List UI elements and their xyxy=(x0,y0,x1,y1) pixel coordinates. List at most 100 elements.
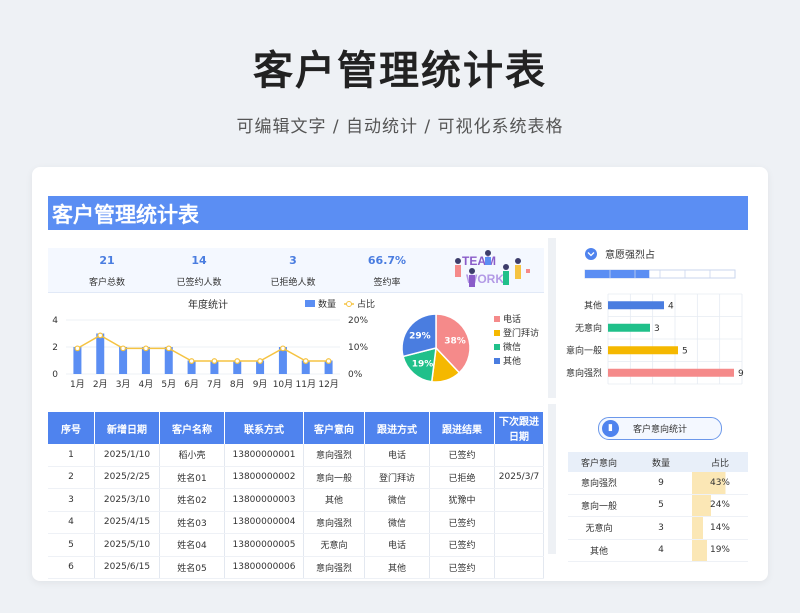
cell-next-date xyxy=(494,511,544,534)
table-row[interactable]: 1 2025/1/10 稻小壳 13800000001 意向强烈 电话 已签约 xyxy=(48,444,544,467)
ratio-line xyxy=(77,334,329,362)
cell-intent: 其他 xyxy=(568,539,630,562)
chart-title: 年度统计 xyxy=(188,298,228,311)
bar xyxy=(608,346,678,355)
cell-phone: 13800000002 xyxy=(224,466,304,489)
kpi-label: 客户总数 xyxy=(88,278,125,288)
column-header: 客户意向 xyxy=(303,412,365,444)
cell-date: 2025/1/10 xyxy=(94,444,160,467)
line-point xyxy=(257,358,263,364)
cell-date: 2025/5/10 xyxy=(94,533,160,557)
cell-intent: 无意向 xyxy=(568,516,630,540)
cell-result: 已签约 xyxy=(429,533,495,557)
cell-intent: 其他 xyxy=(303,488,365,512)
cell-phone: 13800000006 xyxy=(224,556,304,579)
column-header: 跟进方式 xyxy=(364,412,430,444)
x-tick-label: 11月 xyxy=(296,379,316,390)
legend-swatch-count xyxy=(305,300,315,307)
column-header: 联系方式 xyxy=(224,412,304,444)
legend-label: 数量 xyxy=(318,298,336,310)
page-subtitle: 可编辑文字 / 自动统计 / 可视化系统表格 xyxy=(236,117,564,137)
cell-method: 电话 xyxy=(364,444,430,467)
table-header-row: 客户意向 数量 占比 xyxy=(568,452,748,472)
cell-share: 24% xyxy=(692,494,748,517)
category-label: 无意向 xyxy=(575,322,602,334)
line-point xyxy=(97,332,104,339)
cell-result: 已签约 xyxy=(429,511,495,534)
line-point xyxy=(234,358,241,364)
x-tick-label: 2月 xyxy=(93,379,108,390)
column-header: 占比 xyxy=(692,452,748,472)
intent-stats-label: 客户意向统计 xyxy=(633,425,688,435)
cell-intent: 意向强烈 xyxy=(303,444,365,467)
cell-intent: 无意向 xyxy=(303,533,365,557)
cell-result: 已签约 xyxy=(429,444,495,467)
cell-intent: 意向一般 xyxy=(303,466,365,489)
table-row[interactable]: 5 2025/5/10 姓名04 13800000005 无意向 电话 已签约 xyxy=(48,533,544,557)
cell-intent: 意向强烈 xyxy=(303,556,365,579)
cell-method: 电话 xyxy=(364,533,430,557)
x-tick-label: 8月 xyxy=(230,379,245,390)
cell-date: 2025/6/15 xyxy=(94,556,160,579)
category-label: 意向一般 xyxy=(566,344,602,356)
kpi-total: 21 客户总数 xyxy=(62,248,152,288)
cell-share: 19% xyxy=(692,539,748,562)
y2-tick-label: 0% xyxy=(348,370,363,380)
cell-date: 2025/4/15 xyxy=(94,511,160,534)
pie-label: 38% xyxy=(444,336,466,346)
line-point xyxy=(74,345,81,352)
cell-phone: 13800000004 xyxy=(224,511,304,534)
cell-name: 姓名03 xyxy=(159,511,225,534)
table-row[interactable]: 4 2025/4/15 姓名03 13800000004 意向强烈 微信 已签约 xyxy=(48,511,544,534)
data-label: 9 xyxy=(738,369,744,379)
cell-next-date xyxy=(494,488,544,512)
table-row[interactable]: 其他 4 19% xyxy=(568,539,748,562)
legend-swatch xyxy=(494,330,500,336)
line-point xyxy=(165,345,172,352)
intent-stats-button[interactable]: ▮ 客户意向统计 xyxy=(598,417,722,440)
cell-name: 姓名02 xyxy=(159,488,225,512)
column-header: 客户名称 xyxy=(159,412,225,444)
y2-tick-label: 20% xyxy=(348,316,368,326)
category-label: 其他 xyxy=(584,299,602,311)
customer-table: 序号 新增日期 客户名称 联系方式 客户意向 跟进方式 跟进结果 下次跟进日期 … xyxy=(48,412,544,579)
y-tick-label: 0 xyxy=(52,370,58,380)
kpi-label: 已拒绝人数 xyxy=(270,278,316,288)
x-tick-label: 4月 xyxy=(139,379,154,390)
cell-date: 2025/2/25 xyxy=(94,466,160,489)
table-row[interactable]: 意向一般 5 24% xyxy=(568,494,748,517)
cell-count: 3 xyxy=(630,516,692,540)
cell-phone: 13800000003 xyxy=(224,488,304,512)
cell-name: 稻小壳 xyxy=(159,444,225,467)
table-row[interactable]: 3 2025/3/10 姓名02 13800000003 其他 微信 犹豫中 xyxy=(48,488,544,512)
bar xyxy=(608,368,734,377)
table-row[interactable]: 无意向 3 14% xyxy=(568,516,748,540)
cell-index: 4 xyxy=(48,511,95,534)
table-row[interactable]: 意向强烈 9 43% xyxy=(568,472,748,495)
cell-share: 43% xyxy=(692,472,748,495)
data-label: 4 xyxy=(668,301,674,311)
chart-title: 意愿强烈占 xyxy=(605,248,655,261)
kpi-value: 66.7% xyxy=(367,254,407,267)
legend-label: 微信 xyxy=(503,341,521,353)
legend-label: 其他 xyxy=(503,355,521,367)
cell-name: 姓名05 xyxy=(159,556,225,579)
cell-next-date xyxy=(494,556,544,579)
annual-chart: 年度统计 数量 占比 1月 2月 3月 4月 5月 6月 7月 8月 9月 10月 11月 12月 0… xyxy=(52,298,375,390)
category-label: 意向强烈 xyxy=(566,367,602,379)
cell-intent: 意向强烈 xyxy=(568,472,630,495)
kpi-label: 已签约人数 xyxy=(176,278,222,288)
page-title: 客户管理统计表 xyxy=(253,48,547,94)
column-header: 客户意向 xyxy=(568,452,630,472)
table-row[interactable]: 2 2025/2/25 姓名01 13800000002 意向一般 登门拜访 已… xyxy=(48,466,544,489)
bar xyxy=(96,333,105,374)
table-row[interactable]: 6 2025/6/15 姓名05 13800000006 意向强烈 其他 已签约 xyxy=(48,556,544,579)
kpi-signed: 14 已签约人数 xyxy=(154,248,244,288)
intent-summary-table: 客户意向 数量 占比 意向强烈 9 43% 意向一般 5 24% 无意向 3 1… xyxy=(568,452,748,562)
chart-icon: ▮ xyxy=(602,420,619,437)
cell-count: 5 xyxy=(630,494,692,517)
kpi-rejected: 3 已拒绝人数 xyxy=(248,248,338,288)
cell-name: 姓名01 xyxy=(159,466,225,489)
cell-index: 1 xyxy=(48,444,95,467)
cell-next-date: 2025/3/7 xyxy=(494,466,544,489)
